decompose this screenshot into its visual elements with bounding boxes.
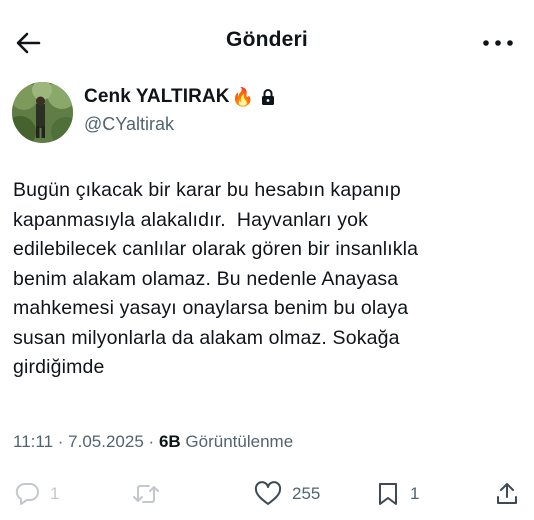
meta-separator: · (57, 432, 64, 451)
lock-icon (262, 89, 275, 105)
retweet-button[interactable] (132, 474, 170, 514)
heart-icon (254, 481, 282, 505)
retweet-icon (133, 485, 159, 503)
reply-bubble-icon (15, 483, 39, 505)
author-handle[interactable]: @CYaltirak (84, 114, 174, 135)
meta-separator: · (148, 432, 155, 451)
tweet-time[interactable]: 11:11 (13, 432, 53, 451)
fire-emoji: 🔥 (231, 86, 255, 107)
top-bar: Gönderi (0, 0, 534, 86)
bookmark-icon (379, 483, 397, 505)
views-label: Görüntülenme (185, 432, 294, 451)
author-name-row[interactable]: Cenk YALTIRAK 🔥 (84, 86, 276, 108)
tweet-text: Bugün çıkacak bir karar bu hesabın kapan… (13, 179, 419, 378)
reply-count: 1 (50, 484, 60, 503)
tweet-date[interactable]: 7.05.2025 (68, 432, 144, 451)
reply-button[interactable]: 1 (14, 474, 59, 514)
share-button[interactable] (495, 474, 519, 514)
like-count: 255 (292, 484, 321, 503)
avatar-photo (12, 82, 73, 143)
like-button[interactable]: 255 (254, 474, 320, 514)
bookmark-count: 1 (410, 484, 420, 503)
tweet-meta: 11:11 · 7.05.2025 · 6B Görüntülenme (13, 432, 293, 452)
views-count: 6B (158, 432, 181, 451)
more-dots-icon[interactable] (478, 31, 518, 55)
action-bar: 1 255 1 (0, 474, 534, 514)
author-name[interactable]: Cenk YALTIRAK (84, 86, 230, 108)
page-title: Gönderi (226, 28, 308, 51)
avatar[interactable] (12, 82, 73, 143)
bookmark-button[interactable]: 1 (376, 474, 419, 514)
share-upload-icon (497, 483, 517, 504)
